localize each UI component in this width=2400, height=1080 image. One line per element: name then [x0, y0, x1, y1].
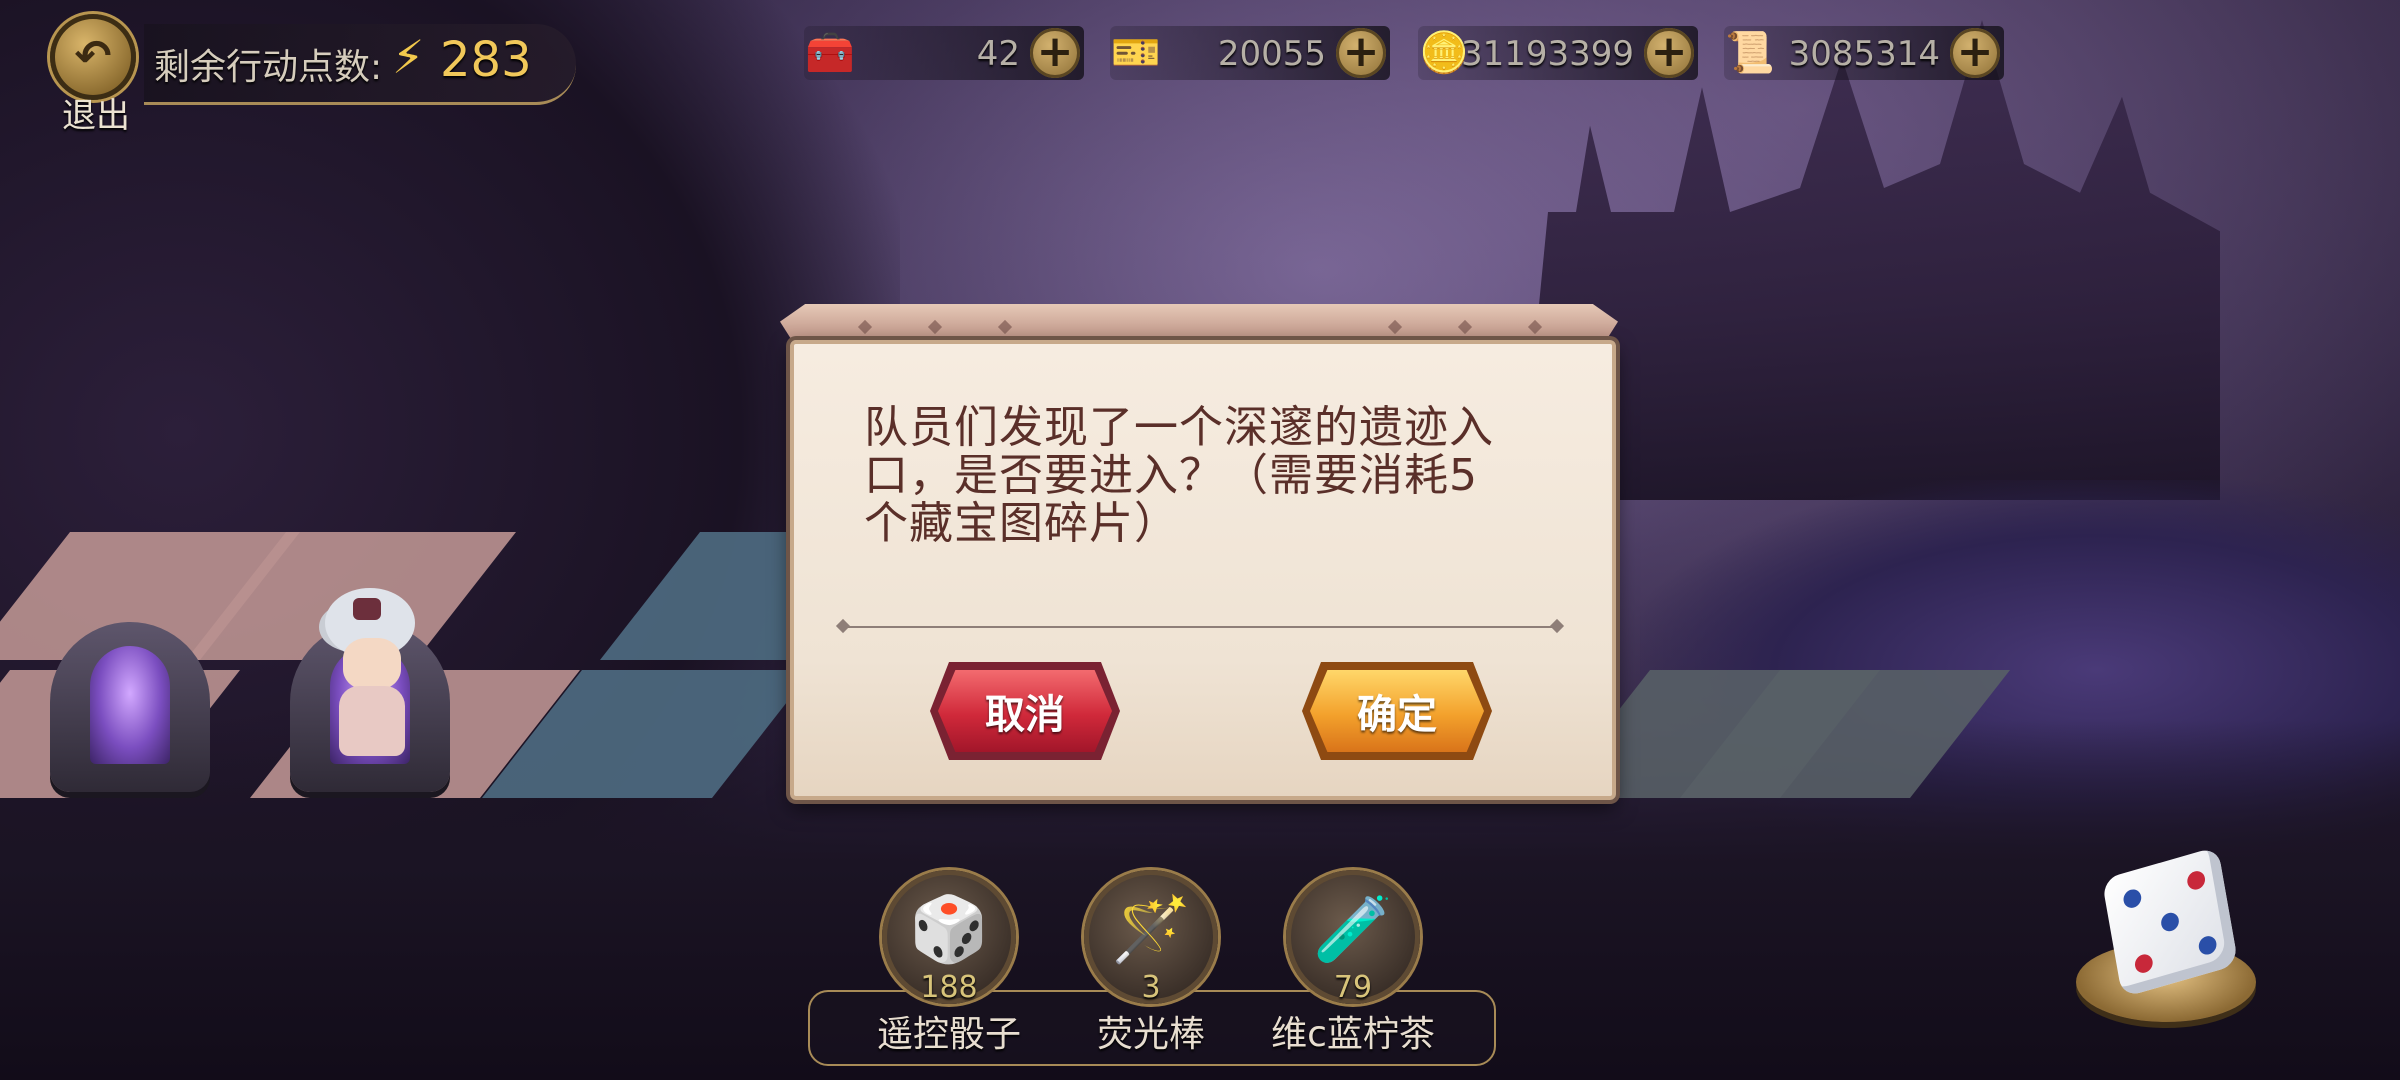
resource-value: 3085314 [1788, 34, 1940, 74]
cancel-button[interactable]: 取消 [938, 670, 1112, 752]
resource-value: 31193399 [1460, 34, 1634, 74]
dice-pip [2133, 952, 2155, 976]
action-points-value: 283 [440, 32, 532, 88]
resource-gold-fragment: 📜 3085314 + [1724, 26, 2004, 80]
item-count: 188 [920, 970, 978, 1005]
portal-gate[interactable] [50, 622, 210, 792]
item-name: 维c蓝柠茶 [1271, 1014, 1435, 1055]
item-blue-lemon-tea[interactable]: 🧪 79 [1286, 870, 1420, 1005]
frame-ornament [1527, 319, 1543, 335]
add-resource-button[interactable]: + [1030, 28, 1080, 78]
frame-ornament [997, 319, 1013, 335]
lightning-icon: ⚡ [392, 30, 425, 84]
blue-lemon-tea-icon: 🧪 [1313, 893, 1393, 967]
add-resource-button[interactable]: + [1336, 28, 1386, 78]
character-face [343, 638, 401, 690]
frame-ornament [1387, 319, 1403, 335]
add-resource-button[interactable]: + [1644, 28, 1694, 78]
player-character [305, 588, 435, 768]
add-resource-button[interactable]: + [1950, 28, 2000, 78]
dialog-divider [844, 626, 1556, 628]
dialog-message: 队员们发现了一个深邃的遗迹入口，是否要进入？（需要消耗5个藏宝图碎片） [864, 402, 1494, 549]
item-name: 荧光棒 [1096, 1014, 1205, 1055]
dice-pip [2159, 910, 2181, 934]
resource-value: 20055 [1217, 34, 1326, 74]
dice-pip [2122, 887, 2143, 911]
portal-glow [90, 646, 170, 764]
glow-stick-icon: 🪄 [1111, 893, 1191, 967]
resource-value: 42 [976, 34, 1020, 74]
item-count: 79 [1333, 970, 1373, 1005]
roll-dice-button[interactable] [2070, 846, 2260, 1040]
dice-pip [2197, 933, 2218, 957]
item-glow-stick[interactable]: 🪄 3 [1084, 870, 1218, 1005]
confirm-button[interactable]: 确定 [1310, 670, 1484, 752]
resource-treasure-chest: 🧰 42 + [804, 26, 1084, 80]
resource-blue-card: 🎫 20055 + [1110, 26, 1390, 80]
item-count: 3 [1141, 970, 1161, 1005]
dialog-body: 队员们发现了一个深邃的遗迹入口，是否要进入？（需要消耗5个藏宝图碎片） 取消 确… [790, 340, 1616, 800]
gold-fragment-icon: 📜 [1725, 29, 1775, 76]
character-bow [353, 598, 381, 620]
blue-card-icon: 🎫 [1111, 29, 1161, 76]
frame-ornament [927, 319, 943, 335]
item-remote-dice[interactable]: 🎲 188 [882, 870, 1016, 1005]
dice-pip [2185, 868, 2207, 892]
character-body [339, 686, 405, 756]
action-points-label: 剩余行动点数: [154, 47, 383, 88]
frame-ornament [1457, 319, 1473, 335]
resource-gold-coin: 🪙 31193399 + [1418, 26, 1698, 80]
treasure-chest-icon: 🧰 [805, 29, 855, 76]
remote-dice-icon: 🎲 [909, 893, 989, 967]
item-name: 遥控骰子 [876, 1014, 1021, 1055]
frame-ornament [857, 319, 873, 335]
back-arrow-icon: ↶ [74, 31, 112, 82]
exit-label[interactable]: 退出 [56, 88, 136, 137]
confirm-dialog: 队员们发现了一个深邃的遗迹入口，是否要进入？（需要消耗5个藏宝图碎片） 取消 确… [780, 304, 1618, 800]
